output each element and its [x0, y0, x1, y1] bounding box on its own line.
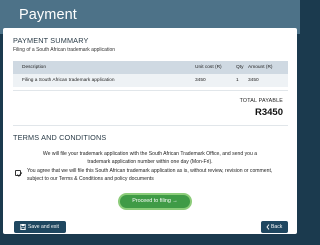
payment-panel: PAYMENT SUMMARY Filing of a South Africa…: [3, 28, 297, 234]
total-payable-label: TOTAL PAYABLE: [239, 98, 283, 104]
divider: [13, 125, 288, 126]
back-button[interactable]: Back: [261, 221, 288, 233]
save-and-exit-button[interactable]: Save and exit: [14, 221, 66, 233]
column-header-unit-cost: Unit cost (R): [195, 65, 222, 70]
summary-subtitle: Filing of a South African trademark appl…: [13, 47, 115, 53]
total-payable-value: R3450: [255, 107, 283, 118]
table-row: Filing a South African trademark applica…: [13, 74, 288, 87]
page-title: Payment: [19, 7, 77, 23]
divider: [13, 90, 288, 91]
check-icon: [16, 171, 22, 177]
column-header-qty: Qty: [236, 65, 244, 70]
column-header-description: Description: [22, 65, 46, 70]
cell-amount: 3450: [248, 78, 259, 83]
payment-summary-heading: PAYMENT SUMMARY: [13, 36, 89, 45]
column-header-amount: Amount (R): [248, 65, 273, 70]
save-and-exit-label: Save and exit: [28, 224, 59, 230]
proceed-to-filing-button[interactable]: Proceed to filing →: [118, 193, 192, 210]
table-header: Description Unit cost (R) Qty Amount (R): [13, 61, 288, 74]
cell-unit-cost: 3450: [195, 78, 206, 83]
back-label: Back: [271, 224, 283, 230]
cell-description: Filing a South African trademark applica…: [22, 78, 115, 83]
cell-qty: 1: [236, 78, 239, 83]
agree-checkbox[interactable]: [15, 170, 22, 177]
agree-text: You agree that we will file this South A…: [27, 168, 273, 182]
terms-heading: TERMS AND CONDITIONS: [13, 133, 107, 142]
terms-text: We will file your trademark application …: [42, 151, 258, 165]
floppy-disk-icon: [20, 224, 26, 230]
chevron-left-icon: [266, 224, 270, 230]
